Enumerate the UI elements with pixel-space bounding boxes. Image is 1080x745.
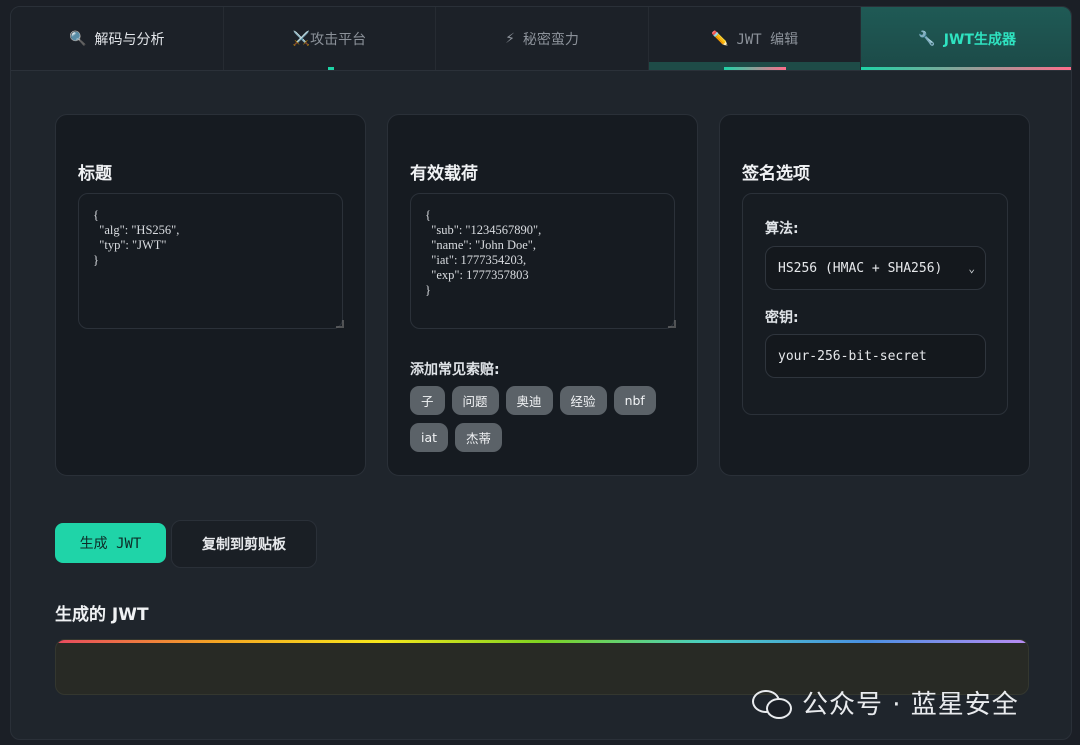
generate-jwt-button[interactable]: 生成 JWT [55,523,166,563]
claims-chip-list: 子 问题 奥迪 经验 nbf iat 杰蒂 [410,386,680,452]
tab-label: 解码与分析 [94,31,165,48]
wrench-icon: 🔧 [918,30,936,47]
claim-chip-exp[interactable]: 经验 [559,386,607,415]
secret-input[interactable]: your-256-bit-secret [765,334,986,378]
tab-label: JWT生成器 [943,31,1016,48]
watermark: 公众号 · 蓝星安全 [752,684,1019,721]
tab-label: JWT 编辑 [736,31,799,48]
pencil-icon: ✏️ [711,30,729,47]
watermark-text: 公众号 · 蓝星安全 [802,690,1019,720]
payload-json-editor[interactable]: { "sub": "1234567890", "name": "John Doe… [410,193,675,329]
crossed-swords-icon: ⚔️ [292,30,311,47]
tab-bar: 🔍 解码与分析 ⚔️ 攻击平台 ⚡ 秘密蛮力 ✏️ JWT 编辑 🔧 JWT生成… [11,7,1071,71]
header-json-editor[interactable]: { "alg": "HS256", "typ": "JWT" } [78,193,343,329]
generated-jwt-title: 生成的 JWT [55,605,149,625]
tab-decode-analyze[interactable]: 🔍 解码与分析 [11,7,224,70]
tab-indicator [327,67,334,70]
chevron-down-icon: ⌄ [968,261,975,275]
tab-jwt-generator[interactable]: 🔧 JWT生成器 [861,7,1071,70]
tab-attack-platform[interactable]: ⚔️ 攻击平台 [224,7,437,70]
copy-to-clipboard-button[interactable]: 复制到剪贴板 [171,520,317,568]
signature-card-title: 签名选项 [742,164,810,184]
resize-handle-icon[interactable] [336,320,344,328]
payload-card-title: 有效载荷 [410,164,478,184]
claim-chip-jti[interactable]: 杰蒂 [455,423,503,452]
tab-label: 攻击平台 [310,31,367,48]
secret-value: your-256-bit-secret [778,348,927,364]
lightning-icon: ⚡ [505,30,515,47]
claim-chip-aud[interactable]: 奥迪 [505,386,553,415]
tab-hover-bar [648,62,861,70]
header-card: 标题 { "alg": "HS256", "typ": "JWT" } [55,114,366,476]
common-claims-label: 添加常见索赔: [410,362,500,378]
claim-chip-nbf[interactable]: nbf [613,386,656,415]
claim-chip-iat[interactable]: iat [410,423,449,452]
signature-options-panel: 算法: HS256 (HMAC + SHA256) ⌄ 密钥: your-256… [742,193,1008,415]
algorithm-select[interactable]: HS256 (HMAC + SHA256) ⌄ [765,246,986,290]
tab-secret-bruteforce[interactable]: ⚡ 秘密蛮力 [436,7,649,70]
jwt-tool-window: 🔍 解码与分析 ⚔️ 攻击平台 ⚡ 秘密蛮力 ✏️ JWT 编辑 🔧 JWT生成… [10,6,1072,740]
claim-chip-iss[interactable]: 问题 [451,386,499,415]
resize-handle-icon[interactable] [668,320,676,328]
tab-label: 秘密蛮力 [522,31,579,48]
secret-label: 密钥: [765,310,799,326]
tab-jwt-edit[interactable]: ✏️ JWT 编辑 [648,7,862,70]
algorithm-value: HS256 (HMAC + SHA256) [778,260,943,276]
claim-chip-sub[interactable]: 子 [410,386,445,415]
signature-card: 签名选项 算法: HS256 (HMAC + SHA256) ⌄ 密钥: you… [719,114,1030,476]
wechat-icon [752,688,792,719]
magnifier-icon: 🔍 [69,30,87,47]
algorithm-label: 算法: [765,221,799,237]
header-card-title: 标题 [78,164,112,184]
payload-card: 有效载荷 { "sub": "1234567890", "name": "Joh… [387,114,698,476]
